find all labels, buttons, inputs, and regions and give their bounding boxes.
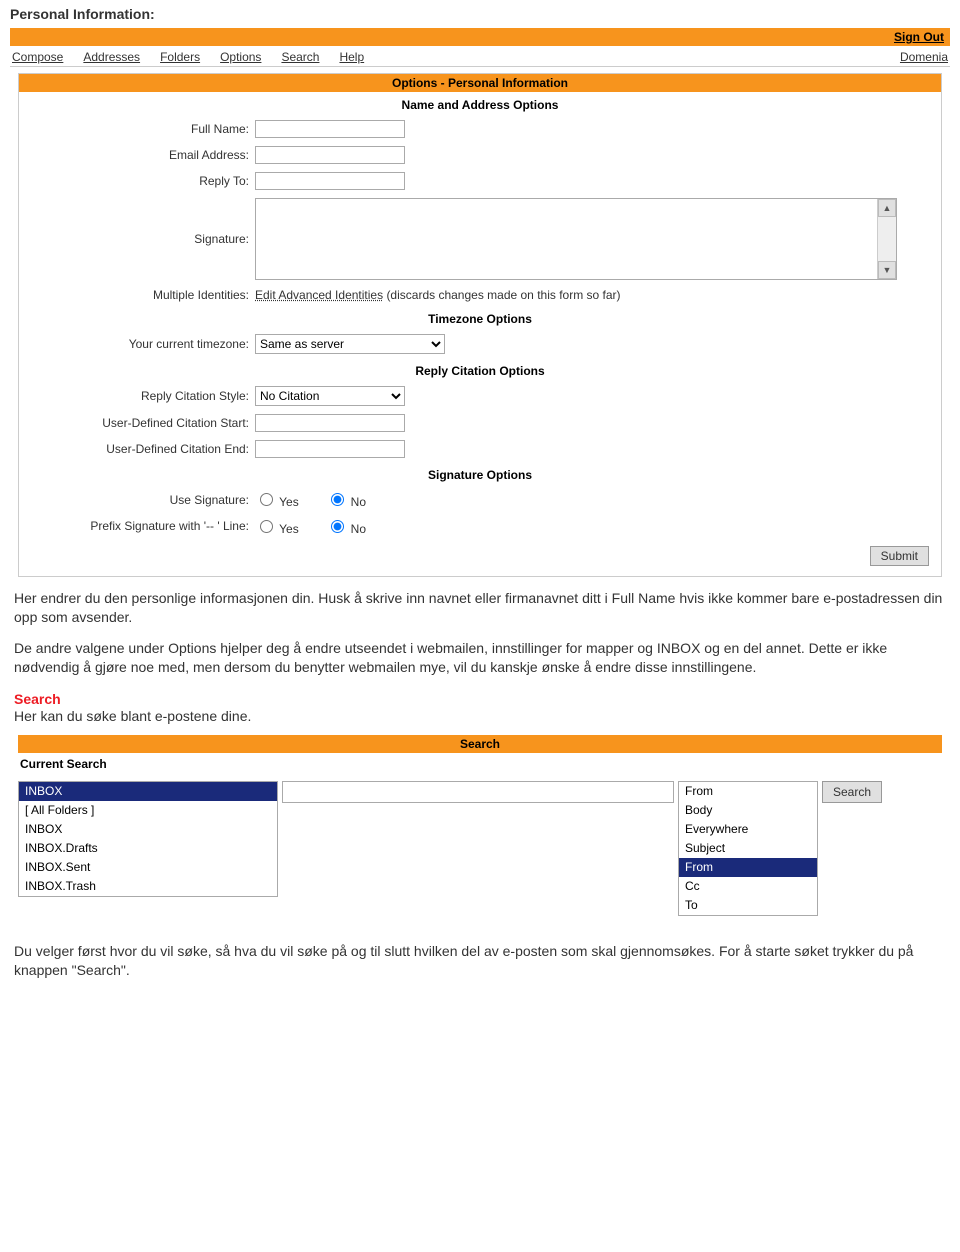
paragraph-1: Her endrer du den personlige informasjon… (10, 583, 950, 633)
search-input[interactable] (282, 781, 674, 803)
user-start-label: User-Defined Citation Start: (19, 410, 255, 436)
prefix-yes[interactable] (260, 520, 273, 533)
field-item[interactable]: From (679, 858, 817, 877)
options-title: Options - Personal Information (19, 74, 941, 92)
use-signature-no[interactable] (331, 493, 344, 506)
folder-item[interactable]: INBOX.Sent (19, 858, 277, 877)
folder-item[interactable]: INBOX (19, 820, 277, 839)
email-label: Email Address: (19, 142, 255, 168)
options-panel: Options - Personal Information Name and … (18, 73, 942, 577)
name-addr-title: Name and Address Options (19, 92, 941, 116)
signature-options-title: Signature Options (19, 462, 941, 486)
current-search-label: Current Search (18, 753, 942, 781)
user-end-input[interactable] (255, 440, 405, 458)
field-item[interactable]: To (679, 896, 817, 915)
nav-domain[interactable]: Domenia (900, 50, 948, 64)
reply-to-input[interactable] (255, 172, 405, 190)
timezone-label: Your current timezone: (19, 330, 255, 358)
nav-compose[interactable]: Compose (12, 50, 63, 64)
nav-options[interactable]: Options (220, 50, 261, 64)
nav-bar: Compose Addresses Folders Options Search… (10, 46, 950, 67)
paragraph-2: De andre valgene under Options hjelper d… (10, 633, 950, 683)
scroll-down-icon[interactable]: ▼ (878, 261, 896, 279)
search-title: Search (18, 735, 942, 753)
folder-item[interactable]: INBOX.Drafts (19, 839, 277, 858)
prefix-label: Prefix Signature with '-- ' Line: (19, 513, 255, 540)
nav-addresses[interactable]: Addresses (83, 50, 140, 64)
edit-advanced-link[interactable]: Edit Advanced Identities (255, 288, 383, 302)
prefix-no[interactable] (331, 520, 344, 533)
reply-style-select[interactable]: No Citation (255, 386, 405, 406)
reply-to-label: Reply To: (19, 168, 255, 194)
user-end-label: User-Defined Citation End: (19, 436, 255, 462)
full-name-label: Full Name: (19, 116, 255, 142)
field-item[interactable]: Body (679, 801, 817, 820)
search-panel: Search Current Search INBOX [ All Folder… (18, 735, 942, 916)
folder-item[interactable]: [ All Folders ] (19, 801, 277, 820)
discards-note: (discards changes made on this form so f… (386, 288, 620, 302)
timezone-select[interactable]: Same as server (255, 334, 445, 354)
field-item[interactable]: Everywhere (679, 820, 817, 839)
top-bar: Sign Out (10, 28, 950, 46)
signature-scrollbar[interactable]: ▲ ▼ (877, 199, 896, 279)
field-item[interactable]: From (679, 782, 817, 801)
sign-out-link[interactable]: Sign Out (894, 30, 944, 44)
use-signature-label: Use Signature: (19, 486, 255, 513)
field-item[interactable]: Subject (679, 839, 817, 858)
submit-button[interactable]: Submit (870, 546, 929, 566)
search-heading: Search (10, 683, 950, 707)
multiple-identities-label: Multiple Identities: (19, 284, 255, 306)
folder-item[interactable]: INBOX.Trash (19, 877, 277, 896)
reply-citation-title: Reply Citation Options (19, 358, 941, 382)
use-signature-yes[interactable] (260, 493, 273, 506)
signature-textarea[interactable]: ▲ ▼ (255, 198, 897, 280)
scroll-up-icon[interactable]: ▲ (878, 199, 896, 217)
nav-help[interactable]: Help (339, 50, 364, 64)
folder-item[interactable]: INBOX (19, 782, 277, 801)
email-input[interactable] (255, 146, 405, 164)
field-list[interactable]: From Body Everywhere Subject From Cc To (678, 781, 818, 916)
page-heading: Personal Information: (10, 6, 950, 22)
field-item[interactable]: Cc (679, 877, 817, 896)
search-button[interactable]: Search (822, 781, 882, 803)
nav-search[interactable]: Search (281, 50, 319, 64)
reply-style-label: Reply Citation Style: (19, 382, 255, 410)
timezone-title: Timezone Options (19, 306, 941, 330)
user-start-input[interactable] (255, 414, 405, 432)
full-name-input[interactable] (255, 120, 405, 138)
search-intro: Her kan du søke blant e-postene dine. (10, 707, 950, 732)
nav-folders[interactable]: Folders (160, 50, 200, 64)
paragraph-3: Du velger først hvor du vil søke, så hva… (10, 936, 950, 986)
signature-label: Signature: (19, 194, 255, 284)
folder-list[interactable]: INBOX [ All Folders ] INBOX INBOX.Drafts… (18, 781, 278, 897)
